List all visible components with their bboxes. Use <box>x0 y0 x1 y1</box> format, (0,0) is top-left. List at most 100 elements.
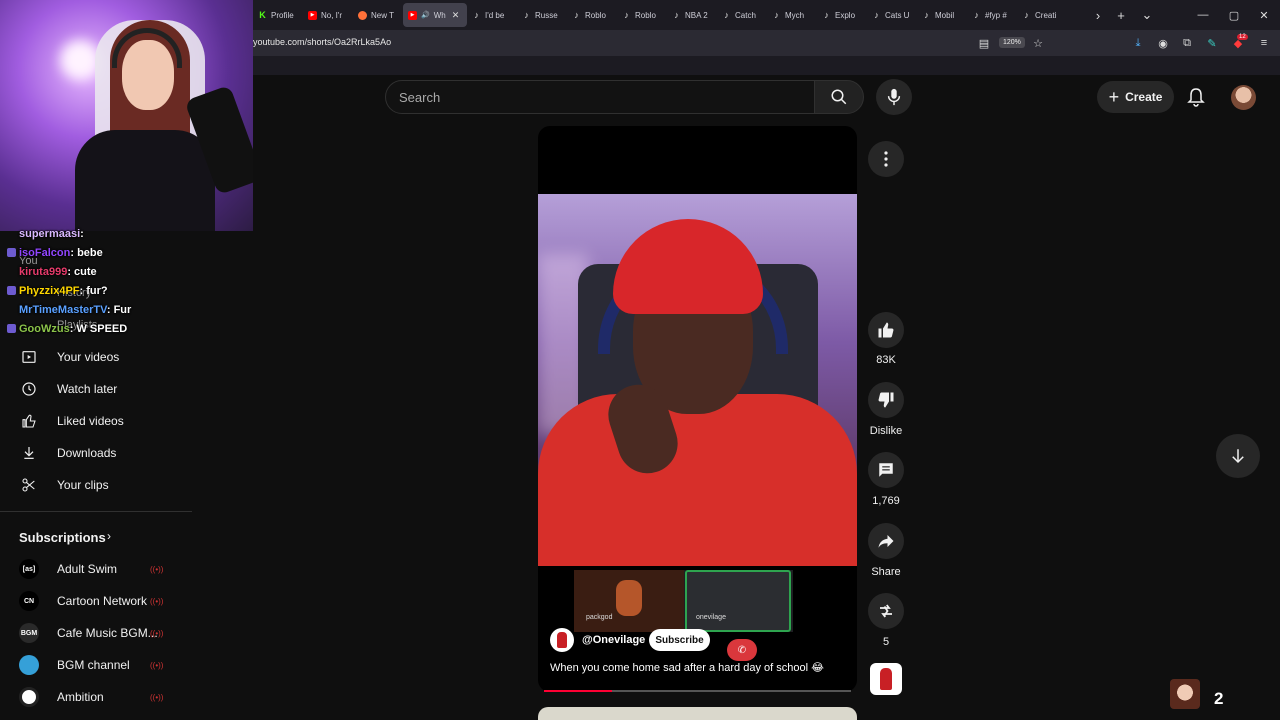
call-tile-label: packgod <box>586 614 613 621</box>
minimize-icon[interactable]: — <box>1187 0 1219 30</box>
original-sound-thumbnail[interactable] <box>870 663 902 695</box>
browser-tab[interactable]: ♪ Roblo <box>567 3 617 27</box>
tab-label: Explo <box>835 10 856 20</box>
search-button[interactable] <box>814 80 864 114</box>
channel-avatar: BGM <box>19 623 39 643</box>
video-frame[interactable] <box>538 194 857 566</box>
browser-tab[interactable]: ♪ Creati <box>1017 3 1067 27</box>
browser-tab[interactable]: ♪ Roblo <box>617 3 667 27</box>
like-count: 83K <box>876 354 896 366</box>
remix-button[interactable] <box>868 593 904 629</box>
microphone-icon <box>887 88 901 106</box>
share-button[interactable] <box>868 523 904 559</box>
extensions-icon[interactable]: ⧉ <box>1178 34 1196 52</box>
tiktok-icon: ♪ <box>974 10 979 20</box>
sidebar-item-your-videos[interactable]: Your videos <box>0 341 190 373</box>
browser-tab[interactable]: ▶ 🔊 Wh ✕ <box>403 3 467 27</box>
channel-avatar: CN <box>19 591 39 611</box>
browser-tab[interactable]: ♪ Cats U <box>867 3 917 27</box>
next-short-preview[interactable] <box>538 707 857 720</box>
account-icon[interactable]: ◉ <box>1154 34 1172 52</box>
chat-username: GooWzus <box>19 323 70 335</box>
tab-label: Wh <box>433 10 446 20</box>
youtube-icon: ▶ <box>308 10 317 20</box>
browser-tab[interactable]: K Profile <box>253 3 303 27</box>
sidebar-divider <box>0 511 192 512</box>
browser-tab[interactable]: ♪ Russe <box>517 3 567 27</box>
your-videos-icon <box>19 347 39 367</box>
chevron-right-icon[interactable]: › <box>107 529 111 543</box>
notifications-button[interactable] <box>1184 85 1208 109</box>
search-input[interactable] <box>385 80 815 114</box>
sidebar-item-downloads[interactable]: Downloads <box>0 437 190 469</box>
menu-icon[interactable]: ≡ <box>1255 34 1273 52</box>
channel-avatar[interactable] <box>550 628 574 652</box>
sidebar-item-watch-later[interactable]: Watch later <box>0 373 190 405</box>
create-button[interactable]: + Create <box>1097 81 1174 113</box>
close-tab-icon[interactable]: ✕ <box>452 10 460 21</box>
browser-tab[interactable]: ♪ #fyp # <box>967 3 1017 27</box>
next-short-button[interactable] <box>1216 434 1260 478</box>
browser-tab[interactable]: ♪ I'd be <box>467 3 517 27</box>
browser-tab[interactable]: ♪ Mych <box>767 3 817 27</box>
subscribe-button[interactable]: Subscribe <box>649 629 710 651</box>
shorts-player[interactable]: packgod onevilage ✆ <box>538 126 857 692</box>
browser-tab[interactable]: ▶ No, I'r <box>303 3 353 27</box>
tiktok-icon: ♪ <box>624 10 629 20</box>
new-tab-icon[interactable]: + <box>1110 0 1132 30</box>
maximize-icon[interactable]: ▢ <box>1218 0 1250 30</box>
clock-icon <box>19 379 39 399</box>
browser-tab[interactable]: ♪ Mobil <box>917 3 967 27</box>
subscription-item[interactable]: Ambition ((•)) <box>0 681 190 713</box>
subscription-item[interactable]: BGM channel ((•)) <box>0 649 190 681</box>
chat-badge-icon <box>7 267 16 276</box>
tab-scroll-right-icon[interactable]: › <box>1087 0 1109 30</box>
sidebar-item-label: Your clips <box>57 478 109 492</box>
browser-tab[interactable]: ♪ Catch <box>717 3 767 27</box>
tiktok-icon: ♪ <box>824 10 829 20</box>
streamer-webcam <box>0 0 253 231</box>
chat-separator: : <box>106 304 114 316</box>
browser-tab[interactable]: New T <box>353 3 403 27</box>
extension-tag-icon[interactable]: ✎ <box>1203 34 1221 52</box>
thumbs-up-icon <box>878 322 894 338</box>
sidebar-item-liked-videos[interactable]: Liked videos <box>0 405 190 437</box>
voice-search-button[interactable] <box>876 79 912 115</box>
call-tile-packgod <box>574 570 684 632</box>
chat-text: bebe <box>77 247 103 259</box>
bookmark-star-icon[interactable]: ☆ <box>1029 34 1047 52</box>
downloads-icon[interactable]: ⤓ <box>1129 34 1147 52</box>
tab-strip: K Profile ▶ No, I'r New T ▶ 🔊 Wh ✕ ♪ I'd be ♪ Russe ♪… <box>253 0 1067 30</box>
like-button[interactable] <box>868 312 904 348</box>
dislike-button[interactable] <box>868 382 904 418</box>
reader-view-icon[interactable]: ▤ <box>975 34 993 52</box>
browser-tab[interactable]: ♪ Explo <box>817 3 867 27</box>
sidebar-item-your-clips[interactable]: Your clips <box>0 469 190 501</box>
url-field[interactable]: youtube.com/shorts/Oa2RrLka5Ao <box>253 37 391 47</box>
subscription-item[interactable]: CN Cartoon Network ((•)) <box>0 585 190 617</box>
subscriptions-title[interactable]: Subscriptions <box>19 530 106 545</box>
chat-username: isoFalcon <box>19 247 71 259</box>
tiktok-icon: ♪ <box>1024 10 1029 20</box>
tab-label: Roblo <box>635 10 656 20</box>
speaker-icon[interactable]: 🔊 <box>421 11 430 19</box>
close-window-icon[interactable]: ✕ <box>1248 0 1280 30</box>
channel-handle[interactable]: @Onevilage <box>582 634 645 646</box>
chat-message: isoFalcon: bebe <box>7 247 103 259</box>
channel-logo: BGM <box>19 623 39 643</box>
more-options-button[interactable] <box>868 141 904 177</box>
sidebar-item-label: Liked videos <box>57 414 124 428</box>
viewer-avatar <box>1170 679 1200 709</box>
search-placeholder: Search <box>399 90 441 105</box>
zoom-level[interactable]: 120% <box>999 37 1025 48</box>
browser-tab[interactable]: ♪ NBA 2 <box>667 3 717 27</box>
account-avatar[interactable] <box>1231 85 1256 110</box>
tab-list-chevron-icon[interactable]: ⌄ <box>1136 0 1158 30</box>
subscription-item[interactable]: BGM Cafe Music BGM... ((•)) <box>0 617 190 649</box>
subscription-item[interactable]: [as] Adult Swim ((•)) <box>0 553 190 585</box>
tab-label: Catch <box>735 10 756 20</box>
tab-label: Mych <box>785 10 805 20</box>
tab-label: Roblo <box>585 10 606 20</box>
comments-button[interactable] <box>868 452 904 488</box>
create-label: Create <box>1125 90 1163 104</box>
